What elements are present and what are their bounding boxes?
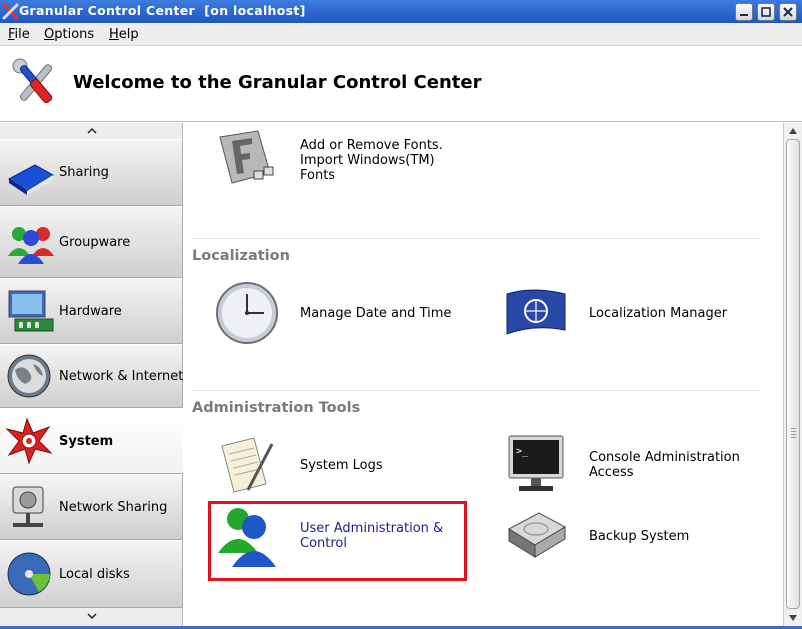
sidebar-item-groupware[interactable]: Groupware — [0, 206, 183, 278]
terminal-icon: >_ — [508, 435, 564, 491]
tool-localization-manager[interactable]: Localization Manager — [503, 280, 727, 346]
system-gear-icon — [5, 417, 53, 465]
fonts-label-line3: Fonts — [300, 167, 336, 183]
console-label-line1: Console Administration — [589, 450, 740, 465]
menu-options-label: ptions — [54, 27, 95, 42]
scroll-down-arrow-icon — [789, 615, 797, 621]
sidebar-scroll-down[interactable] — [0, 608, 183, 624]
maximize-button[interactable] — [757, 3, 775, 21]
sidebar-item-label: Groupware — [59, 234, 131, 250]
content-scrollbar[interactable] — [783, 123, 802, 626]
sidebar-item-label: Network & Internet — [59, 368, 184, 384]
sharing-book-icon — [8, 163, 54, 195]
tool-label: Manage Date and Time — [300, 305, 452, 321]
menu-help-mnemonic: H — [109, 27, 119, 42]
menu-help-label: elp — [118, 27, 139, 42]
scroll-grip-icon — [791, 428, 796, 440]
chevron-down-icon — [86, 613, 97, 620]
sidebar-item-label: Network Sharing — [59, 499, 168, 515]
scroll-down-button[interactable] — [784, 611, 802, 625]
page-title: Welcome to the Granular Control Center — [73, 72, 482, 93]
hardware-monitor-icon — [8, 290, 54, 332]
sidebar-item-network-sharing[interactable]: Network Sharing — [0, 474, 183, 540]
tool-date-time[interactable]: Manage Date and Time — [214, 280, 451, 346]
font-icon — [219, 130, 274, 184]
fonts-label-line1: Add or Remove Fonts. — [300, 137, 443, 153]
section-divider — [192, 390, 759, 391]
network-drive-icon — [12, 486, 44, 527]
section-title-administration: Administration Tools — [192, 400, 361, 416]
sidebar-item-hardware[interactable]: Hardware — [0, 278, 183, 344]
tool-label: System Logs — [300, 457, 383, 473]
sidebar-item-sharing[interactable]: Sharing — [0, 139, 183, 206]
tool-system-logs[interactable]: System Logs — [214, 432, 383, 498]
category-sidebar: Sharing Groupware Hardware Network & Int… — [0, 123, 184, 626]
window-title: Granular Control Center [on localhost] — [19, 3, 306, 18]
scroll-thumb[interactable] — [786, 139, 800, 609]
maximize-icon — [761, 7, 771, 17]
sidebar-item-local-disks[interactable]: Local disks — [0, 540, 183, 608]
scroll-up-arrow-icon — [789, 128, 797, 134]
minimize-button[interactable] — [735, 3, 753, 21]
menu-options[interactable]: Options — [44, 27, 94, 42]
globe-icon — [7, 354, 51, 398]
un-flag-icon — [506, 289, 566, 335]
menu-help[interactable]: Help — [109, 27, 139, 42]
highlight-box-user-admin — [208, 501, 467, 581]
scroll-up-button[interactable] — [784, 124, 802, 138]
sidebar-item-label: Hardware — [59, 303, 122, 319]
clock-icon — [216, 282, 278, 344]
disk-icon — [7, 552, 51, 596]
tools-icon — [12, 58, 53, 104]
sidebar-item-label: Local disks — [59, 566, 130, 582]
console-tool-label: Console Administration Access — [589, 450, 740, 480]
welcome-header: Welcome to the Granular Control Center — [0, 46, 802, 122]
menu-file[interactable]: File — [8, 27, 30, 42]
menu-bar: File Options Help — [0, 23, 802, 46]
sidebar-scroll-up[interactable] — [0, 123, 183, 139]
fonts-tool-label: Add or Remove Fonts. Import Windows(TM) … — [300, 138, 443, 183]
tool-label: Localization Manager — [589, 305, 728, 321]
console-label-line2: Access — [589, 465, 634, 480]
section-title-localization: Localization — [192, 248, 290, 264]
fonts-tool[interactable]: Add or Remove Fonts. Import Windows(TM) … — [214, 127, 443, 193]
sidebar-item-label: System — [59, 433, 114, 449]
title-bar: Granular Control Center [on localhost] — [0, 0, 802, 23]
app-tools-icon — [2, 3, 19, 20]
tool-label: Backup System — [589, 528, 690, 544]
minimize-icon — [740, 14, 748, 16]
section-divider — [192, 238, 759, 239]
fonts-label-line2: Import Windows(TM) — [300, 152, 435, 168]
sidebar-item-network-internet[interactable]: Network & Internet — [0, 344, 183, 408]
close-icon — [783, 7, 793, 17]
tool-backup-system[interactable]: Backup System — [503, 503, 689, 569]
tool-console-access[interactable]: >_ Console Administration Access — [503, 432, 740, 498]
menu-options-mnemonic: O — [44, 27, 55, 42]
groupware-people-icon — [8, 227, 54, 264]
svg-text:>_: >_ — [516, 446, 529, 457]
chevron-up-icon — [86, 127, 97, 134]
menu-file-label: ile — [14, 27, 30, 42]
close-button[interactable] — [779, 3, 797, 21]
sidebar-item-system[interactable]: System — [0, 408, 184, 474]
backup-drive-icon — [507, 512, 567, 558]
sidebar-item-label: Sharing — [59, 165, 109, 180]
notepad-icon — [221, 437, 274, 493]
